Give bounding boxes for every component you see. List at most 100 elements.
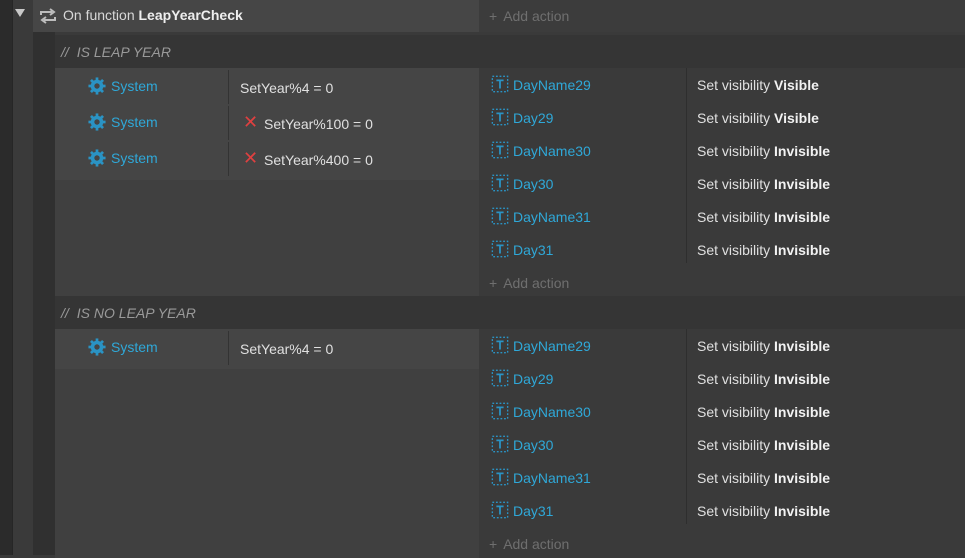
gear-icon <box>88 77 106 95</box>
action-text[interactable]: Set visibility Invisible <box>697 503 830 519</box>
action-text[interactable]: Set visibility Invisible <box>697 437 830 453</box>
action-object-name[interactable]: Day30 <box>513 176 553 192</box>
left-divider <box>12 0 13 555</box>
action-object-name[interactable]: Day31 <box>513 242 553 258</box>
plus-icon: + <box>489 8 498 24</box>
action-value: Invisible <box>774 503 831 519</box>
action-label: Set visibility <box>697 437 771 453</box>
action-value: Invisible <box>774 338 831 354</box>
add-action-button[interactable]: + Add action <box>489 536 569 552</box>
action-text[interactable]: Set visibility Invisible <box>697 338 830 354</box>
text-object-icon <box>491 108 509 126</box>
action-text[interactable]: Set visibility Invisible <box>697 470 830 486</box>
condition-object-system[interactable]: System <box>111 339 158 355</box>
text-object-icon <box>491 369 509 387</box>
action-column-separator <box>686 329 687 524</box>
action-value: Invisible <box>774 470 831 486</box>
action-text[interactable]: Set visibility Invisible <box>697 143 830 159</box>
comment-marker: // <box>61 305 69 321</box>
action-label: Set visibility <box>697 143 771 159</box>
condition-object-system[interactable]: System <box>111 78 158 94</box>
condition-text[interactable]: SetYear%100 = 0 <box>264 116 373 132</box>
condition-separator <box>228 70 229 104</box>
text-object-icon <box>491 402 509 420</box>
add-action-label: Add action <box>503 275 570 291</box>
condition-text[interactable]: SetYear%400 = 0 <box>264 152 373 168</box>
action-text[interactable]: Set visibility Invisible <box>697 371 830 387</box>
action-object-name[interactable]: DayName30 <box>513 404 591 420</box>
loop-arrows-icon <box>40 8 56 24</box>
action-text[interactable]: Set visibility Invisible <box>697 404 830 420</box>
action-label: Set visibility <box>697 404 771 420</box>
condition-separator <box>228 142 229 176</box>
action-object-name[interactable]: Day29 <box>513 371 553 387</box>
text-object-icon <box>491 141 509 159</box>
action-object-name[interactable]: DayName29 <box>513 338 591 354</box>
condition-object-system[interactable]: System <box>111 150 158 166</box>
action-object-name[interactable]: DayName31 <box>513 209 591 225</box>
gear-icon <box>88 149 106 167</box>
comment-label: IS LEAP YEAR <box>76 44 171 60</box>
condition-separator <box>228 331 229 365</box>
function-add-action[interactable]: + Add action <box>489 8 569 24</box>
action-object-name[interactable]: DayName30 <box>513 143 591 159</box>
action-value: Visible <box>774 77 819 93</box>
condition-separator <box>228 106 229 140</box>
function-prefix: On function <box>63 7 135 23</box>
action-text[interactable]: Set visibility Invisible <box>697 209 830 225</box>
comment-marker: // <box>61 44 69 60</box>
action-label: Set visibility <box>697 209 771 225</box>
action-text[interactable]: Set visibility Visible <box>697 77 819 93</box>
action-object-name[interactable]: Day29 <box>513 110 553 126</box>
text-object-icon <box>491 336 509 354</box>
condition-object-system[interactable]: System <box>111 114 158 130</box>
action-column-separator <box>686 68 687 263</box>
text-object-icon <box>491 501 509 519</box>
action-label: Set visibility <box>697 242 771 258</box>
condition-text[interactable]: SetYear%4 = 0 <box>240 341 333 357</box>
action-label: Set visibility <box>697 176 771 192</box>
action-value: Invisible <box>774 143 831 159</box>
function-title[interactable]: On function LeapYearCheck <box>63 7 243 23</box>
text-object-icon <box>491 207 509 225</box>
condition-text[interactable]: SetYear%4 = 0 <box>240 80 333 96</box>
action-object-name[interactable]: DayName31 <box>513 470 591 486</box>
add-action-label: Add action <box>503 8 570 24</box>
action-label: Set visibility <box>697 77 771 93</box>
action-value: Invisible <box>774 209 831 225</box>
action-label: Set visibility <box>697 371 771 387</box>
comment-text[interactable]: // IS NO LEAP YEAR <box>61 305 196 321</box>
comment-label: IS NO LEAP YEAR <box>76 305 196 321</box>
text-object-icon <box>491 75 509 93</box>
action-label: Set visibility <box>697 110 771 126</box>
comment-text[interactable]: // IS LEAP YEAR <box>61 44 171 60</box>
action-object-name[interactable]: Day30 <box>513 437 553 453</box>
comment-row[interactable] <box>55 35 965 69</box>
action-value: Invisible <box>774 176 831 192</box>
text-object-icon <box>491 468 509 486</box>
add-action-label: Add action <box>503 536 570 552</box>
add-action-button[interactable]: + Add action <box>489 275 569 291</box>
event-gutter <box>33 0 55 555</box>
plus-icon: + <box>489 275 498 291</box>
gear-icon <box>88 338 106 356</box>
left-margin <box>0 0 12 555</box>
action-object-name[interactable]: Day31 <box>513 503 553 519</box>
action-text[interactable]: Set visibility Invisible <box>697 242 830 258</box>
plus-icon: + <box>489 536 498 552</box>
action-value: Invisible <box>774 404 831 420</box>
text-object-icon <box>491 435 509 453</box>
collapse-triangle-icon[interactable] <box>15 9 25 17</box>
gear-icon <box>88 113 106 131</box>
action-label: Set visibility <box>697 338 771 354</box>
action-object-name[interactable]: DayName29 <box>513 77 591 93</box>
action-text[interactable]: Set visibility Invisible <box>697 176 830 192</box>
invert-x-icon: ✕ <box>243 148 259 168</box>
action-value: Invisible <box>774 371 831 387</box>
action-value: Invisible <box>774 242 831 258</box>
action-label: Set visibility <box>697 470 771 486</box>
action-text[interactable]: Set visibility Visible <box>697 110 819 126</box>
action-value: Invisible <box>774 437 831 453</box>
action-label: Set visibility <box>697 503 771 519</box>
invert-x-icon: ✕ <box>243 112 259 132</box>
